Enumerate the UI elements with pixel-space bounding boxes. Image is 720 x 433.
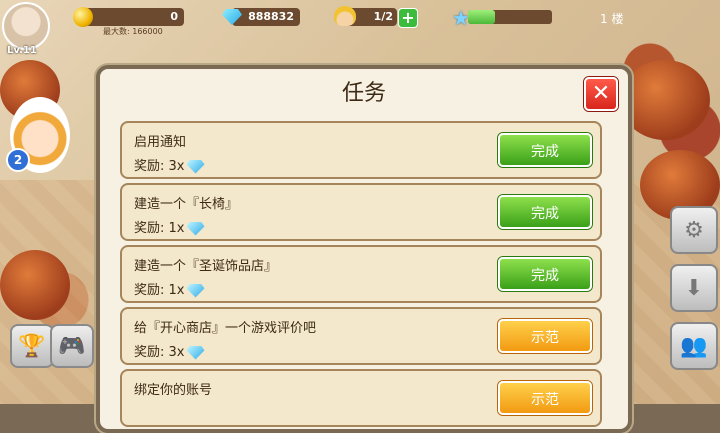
task-name: 建造一个『长椅』 xyxy=(134,197,239,212)
trophy-icon: 🏆 xyxy=(18,333,46,359)
character-badge: 2 xyxy=(6,148,30,172)
gem-counter: 888832 xyxy=(232,8,300,26)
tree xyxy=(620,60,710,140)
task-name: 启用通知 xyxy=(134,135,187,150)
task-reward: 奖励: 1x xyxy=(134,217,205,236)
task-name: 建造一个『圣诞饰品店』 xyxy=(134,259,278,274)
max-coin-label: 最大数: 166000 xyxy=(103,27,163,36)
task-reward: 奖励: 3x xyxy=(134,341,205,360)
friends-icon: 👥 xyxy=(680,333,708,359)
task-dialog: 任务 ✕ 启用通知 奖励: 3x 完成 建造一个『长椅』 奖励: 1x 完成 建… xyxy=(96,65,632,433)
xp-bar-fill xyxy=(468,10,495,24)
coin-value: 0 xyxy=(170,10,178,23)
task-row: 建造一个『圣诞饰品店』 奖励: 1x 完成 xyxy=(120,245,602,303)
add-worker-button[interactable]: + xyxy=(398,8,418,28)
gem-icon xyxy=(186,159,205,174)
task-row: 建造一个『长椅』 奖励: 1x 完成 xyxy=(120,183,602,241)
gear-icon: ⚙ xyxy=(684,217,704,243)
task-name: 给『开心商店』一个游戏评价吧 xyxy=(134,321,317,336)
floor-label: 1 楼 xyxy=(600,12,624,26)
download-icon: ⬇ xyxy=(684,275,704,301)
coin-icon xyxy=(73,7,93,27)
task-name: 绑定你的账号 xyxy=(134,383,213,398)
demo-button[interactable]: 示范 xyxy=(498,381,592,415)
friends-button[interactable]: 👥 xyxy=(670,322,718,370)
trophy-button[interactable]: 🏆 xyxy=(10,324,54,368)
gamepad-button[interactable]: 🎮 xyxy=(50,324,94,368)
complete-button[interactable]: 完成 xyxy=(498,133,592,167)
task-reward: 奖励: 3x xyxy=(134,155,205,174)
top-hud: Lv.11 0 最大数: 166000 888832 1/2 + ★ 1 楼 xyxy=(0,0,720,56)
gamepad-icon: 🎮 xyxy=(58,333,86,359)
close-button[interactable]: ✕ xyxy=(584,77,618,111)
gem-icon xyxy=(186,345,205,360)
xp-bar xyxy=(468,10,552,24)
level-label: Lv.11 xyxy=(7,45,37,56)
complete-button[interactable]: 完成 xyxy=(498,195,592,229)
task-reward: 奖励: 1x xyxy=(134,279,205,298)
worker-icon xyxy=(334,6,356,26)
player-avatar[interactable] xyxy=(2,2,50,50)
demo-button[interactable]: 示范 xyxy=(498,319,592,353)
worker-value: 1/2 xyxy=(373,10,393,23)
task-row: 给『开心商店』一个游戏评价吧 奖励: 3x 示范 xyxy=(120,307,602,365)
download-button[interactable]: ⬇ xyxy=(670,264,718,312)
settings-button[interactable]: ⚙ xyxy=(670,206,718,254)
task-list: 启用通知 奖励: 3x 完成 建造一个『长椅』 奖励: 1x 完成 建造一个『圣… xyxy=(120,121,602,431)
coin-counter: 0 xyxy=(82,8,184,26)
complete-button[interactable]: 完成 xyxy=(498,257,592,291)
task-row: 启用通知 奖励: 3x 完成 xyxy=(120,121,602,179)
dialog-title: 任务 xyxy=(341,81,386,106)
gem-icon xyxy=(186,221,205,236)
gem-icon xyxy=(186,283,205,298)
tree xyxy=(0,250,70,320)
task-row: 绑定你的账号 示范 xyxy=(120,369,602,427)
gem-value: 888832 xyxy=(248,10,294,23)
